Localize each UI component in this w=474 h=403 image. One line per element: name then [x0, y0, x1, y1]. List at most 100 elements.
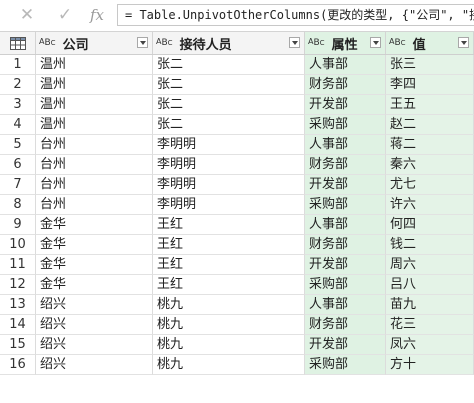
table-cell[interactable]: 花三 [386, 315, 474, 335]
table-cell[interactable]: 财务部 [305, 315, 386, 335]
table-cell[interactable]: 金华 [36, 255, 153, 275]
table-row[interactable]: 3 温州 张二 开发部 王五 [0, 95, 474, 115]
select-all-corner[interactable] [0, 32, 36, 54]
table-cell[interactable]: 绍兴 [36, 295, 153, 315]
table-cell[interactable]: 苗九 [386, 295, 474, 315]
table-cell[interactable]: 王红 [153, 215, 305, 235]
table-cell[interactable]: 绍兴 [36, 355, 153, 375]
row-number: 14 [0, 315, 36, 335]
table-row[interactable]: 2 温州 张二 财务部 李四 [0, 75, 474, 95]
table-cell[interactable]: 蒋二 [386, 135, 474, 155]
table-row[interactable]: 9 金华 王红 人事部 何四 [0, 215, 474, 235]
table-cell[interactable]: 赵二 [386, 115, 474, 135]
table-cell[interactable]: 李明明 [153, 195, 305, 215]
table-cell[interactable]: 李明明 [153, 135, 305, 155]
table-cell[interactable]: 钱二 [386, 235, 474, 255]
table-cell[interactable]: 尤七 [386, 175, 474, 195]
table-cell[interactable]: 绍兴 [36, 335, 153, 355]
table-cell[interactable]: 温州 [36, 75, 153, 95]
table-icon [9, 36, 26, 50]
table-cell[interactable]: 人事部 [305, 295, 386, 315]
table-cell[interactable]: 桃九 [153, 295, 305, 315]
table-cell[interactable]: 桃九 [153, 335, 305, 355]
table-cell[interactable]: 开发部 [305, 255, 386, 275]
column-header-company[interactable]: ABC 公司 [36, 32, 153, 54]
table-cell[interactable]: 周六 [386, 255, 474, 275]
table-cell[interactable]: 财务部 [305, 235, 386, 255]
table-cell[interactable]: 方十 [386, 355, 474, 375]
table-row[interactable]: 14 绍兴 桃九 财务部 花三 [0, 315, 474, 335]
formula-input[interactable]: = Table.UnpivotOtherColumns(更改的类型, {"公司"… [117, 4, 474, 26]
table-cell[interactable]: 张二 [153, 75, 305, 95]
table-cell[interactable]: 李明明 [153, 155, 305, 175]
table-row[interactable]: 1 温州 张二 人事部 张三 [0, 55, 474, 75]
table-cell[interactable]: 张二 [153, 55, 305, 75]
table-cell[interactable]: 凤六 [386, 335, 474, 355]
table-row[interactable]: 5 台州 李明明 人事部 蒋二 [0, 135, 474, 155]
table-row[interactable]: 8 台州 李明明 采购部 许六 [0, 195, 474, 215]
table-cell[interactable]: 许六 [386, 195, 474, 215]
table-cell[interactable]: 李四 [386, 75, 474, 95]
filter-dropdown-icon[interactable] [137, 37, 148, 48]
table-cell[interactable]: 采购部 [305, 355, 386, 375]
column-header-receptionist[interactable]: ABC 接待人员 [153, 32, 305, 54]
table-cell[interactable]: 秦六 [386, 155, 474, 175]
table-cell[interactable]: 温州 [36, 115, 153, 135]
filter-dropdown-icon[interactable] [458, 37, 469, 48]
table-cell[interactable]: 人事部 [305, 215, 386, 235]
table-cell[interactable]: 张二 [153, 95, 305, 115]
table-cell[interactable]: 采购部 [305, 115, 386, 135]
table-cell[interactable]: 桃九 [153, 315, 305, 335]
table-cell[interactable]: 台州 [36, 135, 153, 155]
text-type-icon[interactable]: ABC [308, 37, 325, 48]
table-cell[interactable]: 绍兴 [36, 315, 153, 335]
table-cell[interactable]: 金华 [36, 215, 153, 235]
close-icon[interactable]: ✕ [14, 4, 40, 26]
filter-dropdown-icon[interactable] [370, 37, 381, 48]
table-cell[interactable]: 何四 [386, 215, 474, 235]
table-cell[interactable]: 李明明 [153, 175, 305, 195]
table-row[interactable]: 7 台州 李明明 开发部 尤七 [0, 175, 474, 195]
column-header-attribute[interactable]: ABC 属性 [305, 32, 386, 54]
table-cell[interactable]: 王红 [153, 275, 305, 295]
table-row[interactable]: 10 金华 王红 财务部 钱二 [0, 235, 474, 255]
table-cell[interactable]: 台州 [36, 195, 153, 215]
table-row[interactable]: 13 绍兴 桃九 人事部 苗九 [0, 295, 474, 315]
table-cell[interactable]: 王五 [386, 95, 474, 115]
table-cell[interactable]: 开发部 [305, 335, 386, 355]
table-cell[interactable]: 台州 [36, 155, 153, 175]
table-cell[interactable]: 人事部 [305, 135, 386, 155]
fx-icon[interactable]: fx [84, 4, 110, 26]
table-row[interactable]: 12 金华 王红 采购部 吕八 [0, 275, 474, 295]
table-row[interactable]: 6 台州 李明明 财务部 秦六 [0, 155, 474, 175]
filter-dropdown-icon[interactable] [289, 37, 300, 48]
table-cell[interactable]: 温州 [36, 55, 153, 75]
table-cell[interactable]: 张二 [153, 115, 305, 135]
table-row[interactable]: 11 金华 王红 开发部 周六 [0, 255, 474, 275]
table-cell[interactable]: 财务部 [305, 155, 386, 175]
table-cell[interactable]: 张三 [386, 55, 474, 75]
table-cell[interactable]: 金华 [36, 235, 153, 255]
table-cell[interactable]: 王红 [153, 255, 305, 275]
text-type-icon[interactable]: ABC [156, 37, 173, 48]
text-type-icon[interactable]: ABC [39, 37, 56, 48]
table-cell[interactable]: 采购部 [305, 275, 386, 295]
table-row[interactable]: 15 绍兴 桃九 开发部 凤六 [0, 335, 474, 355]
table-cell[interactable]: 吕八 [386, 275, 474, 295]
row-number: 11 [0, 255, 36, 275]
table-row[interactable]: 16 绍兴 桃九 采购部 方十 [0, 355, 474, 375]
column-header-value[interactable]: ABC 值 [386, 32, 474, 54]
table-row[interactable]: 4 温州 张二 采购部 赵二 [0, 115, 474, 135]
table-cell[interactable]: 金华 [36, 275, 153, 295]
text-type-icon[interactable]: ABC [389, 37, 406, 48]
table-cell[interactable]: 桃九 [153, 355, 305, 375]
table-cell[interactable]: 台州 [36, 175, 153, 195]
table-cell[interactable]: 采购部 [305, 195, 386, 215]
table-cell[interactable]: 开发部 [305, 95, 386, 115]
table-cell[interactable]: 开发部 [305, 175, 386, 195]
table-cell[interactable]: 人事部 [305, 55, 386, 75]
table-cell[interactable]: 财务部 [305, 75, 386, 95]
table-cell[interactable]: 温州 [36, 95, 153, 115]
table-cell[interactable]: 王红 [153, 235, 305, 255]
check-icon[interactable]: ✓ [52, 4, 78, 26]
